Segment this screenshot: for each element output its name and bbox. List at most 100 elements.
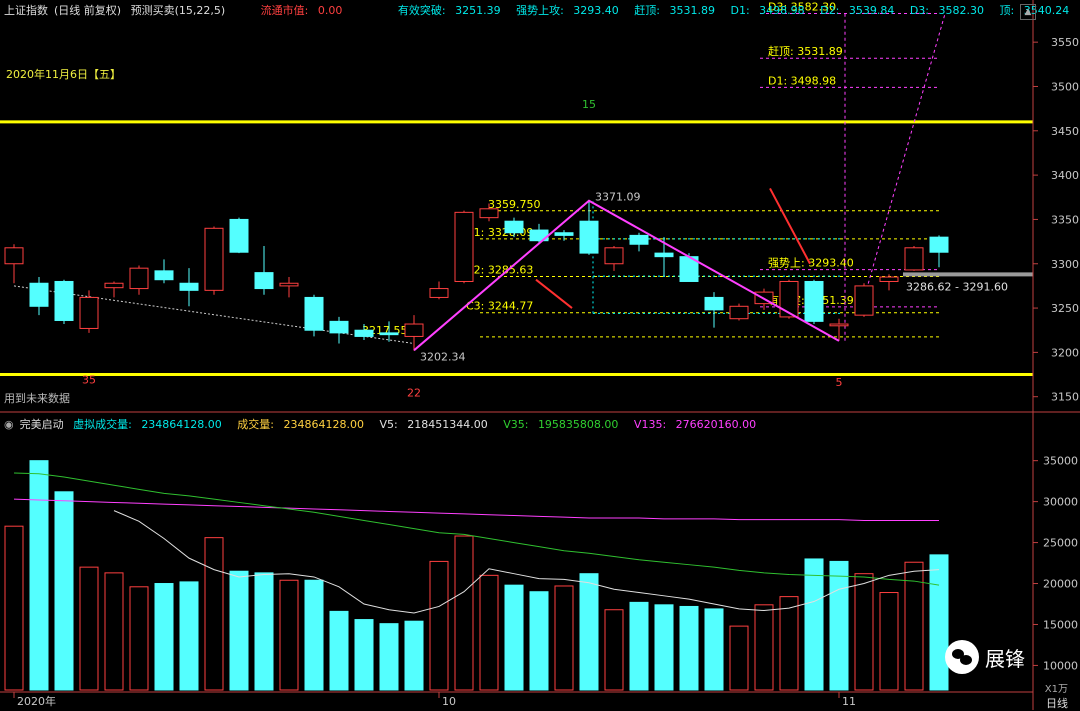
- volume-bar: [854, 573, 874, 691]
- level-label: 赶顶: 3531.89: [768, 44, 843, 58]
- d3-value: 3582.30: [938, 4, 985, 17]
- volume-bar: [429, 560, 449, 691]
- volume-bar: [779, 596, 799, 691]
- price-header: 上证指数 (日线 前复权) 预测买卖(15,22,5) 流通市值: 0.00 有效…: [4, 2, 1080, 18]
- candle-body: [354, 329, 374, 337]
- pivot-label: 3202.34: [420, 350, 466, 363]
- d1-value: 3498.98: [759, 4, 805, 17]
- volume-bar: [604, 609, 624, 691]
- date-tick-label: 11: [842, 695, 856, 708]
- volume-bar: [54, 491, 74, 691]
- price-tick-label: 3350: [1051, 213, 1079, 226]
- volume-bar: [204, 537, 224, 691]
- strong-label: 强势上攻:: [516, 4, 568, 17]
- v5-label: V5:: [379, 418, 402, 431]
- candle-body: [229, 218, 249, 253]
- d2-value: 3539.84: [848, 4, 895, 17]
- projection-line: [859, 13, 946, 313]
- candle-body: [729, 305, 749, 320]
- strong-value: 3293.40: [573, 4, 619, 17]
- volume-bar: [104, 572, 124, 691]
- date-label: 2020年11月6日【五】: [6, 68, 121, 81]
- price-tick-label: 3250: [1051, 302, 1079, 315]
- candle-body: [854, 285, 874, 316]
- arrow-annotation: [769, 187, 811, 265]
- candle-body: [604, 247, 624, 265]
- candle-body: [654, 252, 674, 258]
- price-tick-label: 3500: [1051, 80, 1079, 93]
- price-tick-label: 3550: [1051, 36, 1079, 49]
- volume-bar: [454, 535, 474, 691]
- volume-bar: [579, 573, 599, 691]
- wave-counter: 5: [836, 376, 843, 389]
- volume-bar: [179, 581, 199, 691]
- v135-label: V135:: [633, 418, 670, 431]
- candle-body: [404, 323, 424, 337]
- unit-label: X1万: [1044, 684, 1068, 695]
- breakout-label: 有效突破:: [397, 4, 450, 17]
- price-tick-label: 3300: [1051, 258, 1079, 271]
- candle-body: [904, 247, 924, 271]
- price-tick-label: 3450: [1051, 125, 1079, 138]
- volume-bar: [754, 604, 774, 691]
- range-label: 3286.62 - 3291.60: [906, 280, 1008, 293]
- volume-bar: [279, 579, 299, 691]
- watermark: 展锋: [945, 640, 1025, 674]
- indicator-name: 预测买卖(15,22,5): [130, 4, 226, 17]
- volume-tick-label: 30000: [1043, 496, 1078, 509]
- volume-bar: [704, 608, 724, 691]
- volume-tick-label: 20000: [1043, 578, 1078, 591]
- volume-label: 成交量:: [237, 418, 278, 431]
- volume-bar: [154, 583, 174, 691]
- volume-bar: [479, 574, 499, 691]
- wechat-icon: [945, 640, 979, 674]
- price-chart[interactable]: 3359.750C1: 3328.09C2: 3285.63C3: 3244.7…: [0, 1, 1033, 400]
- period-label[interactable]: 日线: [1046, 695, 1068, 711]
- volume-bar: [304, 579, 324, 691]
- virtual-volume-value: 234864128.00: [141, 418, 222, 431]
- candle-body: [479, 208, 499, 219]
- date-tick-label: 2020年: [17, 694, 56, 708]
- settings-icon[interactable]: ◉: [4, 418, 14, 431]
- volume-bar: [229, 570, 249, 691]
- volume-bar: [679, 605, 699, 691]
- volume-bar: [129, 586, 149, 691]
- chart-canvas: 3359.750C1: 3328.09C2: 3285.63C3: 3244.7…: [0, 0, 1080, 710]
- volume-bar: [654, 604, 674, 691]
- v35-value: 195835808.00: [537, 418, 619, 431]
- candle-body: [304, 296, 324, 331]
- period-info: (日线 前复权): [54, 4, 122, 17]
- level-label: C2: 3285.63: [466, 263, 533, 276]
- candle-body: [129, 267, 149, 290]
- volume-bar: [329, 610, 349, 691]
- chevron-up-icon[interactable]: ▲: [1020, 4, 1036, 20]
- wave-counter: 22: [407, 387, 421, 400]
- volume-bar: [354, 619, 374, 691]
- chase-value: 3531.89: [669, 4, 715, 17]
- float-mv-label: 流通市值:: [260, 4, 312, 17]
- volume-bar: [29, 460, 49, 691]
- v35-label: V35:: [503, 418, 532, 431]
- candle-body: [929, 236, 949, 253]
- volume-bar: [529, 591, 549, 691]
- volume-chart[interactable]: [4, 460, 949, 691]
- v5-value: 218451344.00: [407, 418, 488, 431]
- volume-bar: [254, 572, 274, 691]
- candle-body: [29, 282, 49, 307]
- candle-body: [554, 232, 574, 236]
- index-name: 上证指数: [4, 4, 48, 17]
- level-label: C3: 3244.77: [466, 300, 533, 313]
- candle-body: [879, 276, 899, 282]
- volume-bar: [404, 620, 424, 691]
- float-mv-value: 0.00: [317, 4, 343, 17]
- candle-body: [179, 282, 199, 291]
- candle-body: [829, 323, 849, 327]
- wave-counter: 15: [582, 98, 596, 111]
- candle-body: [429, 288, 449, 298]
- ma35-line: [13, 472, 940, 586]
- candle-body: [79, 296, 99, 329]
- candle-body: [329, 320, 349, 334]
- volume-bar: [504, 584, 524, 691]
- volume-bar: [554, 585, 574, 691]
- ma135-line: [13, 498, 939, 521]
